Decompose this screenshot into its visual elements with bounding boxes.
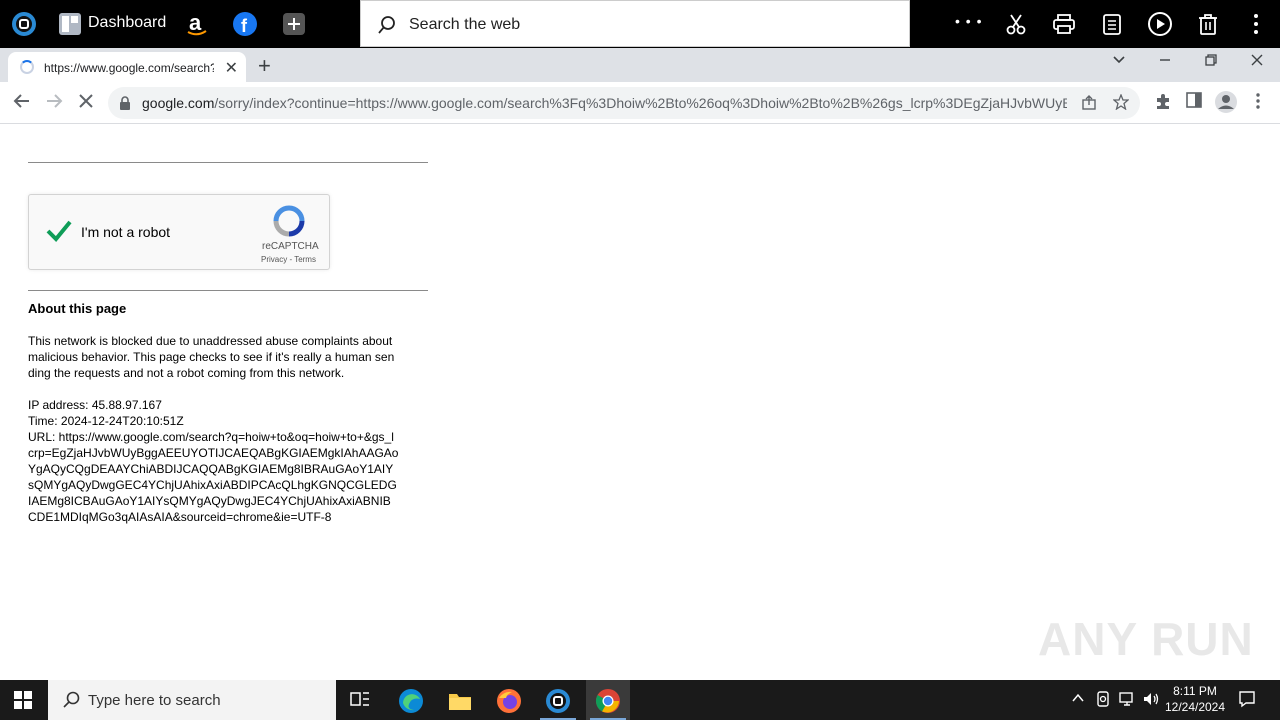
file-explorer-icon[interactable] bbox=[447, 688, 471, 712]
tab-title: https://www.google.com/search?q=hoiw bbox=[44, 61, 214, 75]
request-details: IP address: 45.88.97.167 Time: 2024-12-2… bbox=[28, 397, 398, 525]
chrome-icon bbox=[595, 688, 620, 713]
url-path: /sorry/index?continue=https://www.google… bbox=[214, 95, 1067, 111]
launcher-bar: Dashboard a f Search the web • • • bbox=[0, 0, 1280, 48]
anyrun-app-icon[interactable] bbox=[545, 688, 570, 713]
firefox-icon[interactable] bbox=[496, 688, 521, 713]
url-line: crp=EgZjaHJvbWUyBggAEEUYOTIJCAEQABgKGIAE… bbox=[28, 446, 399, 460]
tab-close-icon[interactable]: ✕ bbox=[225, 58, 238, 78]
notification-icon[interactable] bbox=[1238, 690, 1262, 714]
back-icon[interactable] bbox=[12, 91, 32, 117]
url-line: CDE1MDIqMGo3qAIAsAIA&sourceid=chrome&ie=… bbox=[28, 510, 332, 524]
windows-taskbar: Type here to search 8:11 PM 12/24/2024 bbox=[0, 680, 1280, 720]
minimize-icon[interactable] bbox=[1158, 53, 1172, 72]
scissors-icon[interactable] bbox=[1002, 10, 1030, 38]
amazon-icon[interactable]: a bbox=[183, 10, 211, 38]
timestamp: Time: 2024-12-24T20:10:51Z bbox=[28, 414, 184, 428]
dashboard-icon[interactable] bbox=[56, 10, 84, 38]
add-shortcut-icon[interactable] bbox=[280, 10, 308, 38]
about-heading: About this page bbox=[28, 301, 127, 316]
address-bar[interactable]: google.com/sorry/index?continue=https://… bbox=[108, 87, 1140, 119]
printer-icon[interactable] bbox=[1050, 10, 1078, 38]
svg-text:a: a bbox=[189, 11, 202, 35]
profile-avatar-icon[interactable] bbox=[1214, 90, 1238, 119]
app-launcher-icon[interactable] bbox=[10, 10, 38, 38]
lock-icon[interactable] bbox=[118, 95, 132, 116]
facebook-icon[interactable]: f bbox=[231, 10, 259, 38]
share-icon[interactable] bbox=[1081, 95, 1097, 116]
url-line: IAEMg8ICBAuGAoY1AIYsQMYgAQyDwgJEC4YChjUA… bbox=[28, 494, 391, 508]
device-icon[interactable] bbox=[1094, 690, 1118, 714]
svg-text:f: f bbox=[241, 16, 248, 36]
show-hidden-icons-icon[interactable] bbox=[1070, 690, 1094, 714]
message-line: ding the requests and not a robot coming… bbox=[28, 366, 345, 380]
chrome-taskbar-button[interactable] bbox=[586, 680, 630, 720]
divider-top bbox=[28, 162, 428, 163]
browser-toolbar: google.com/sorry/index?continue=https://… bbox=[0, 82, 1280, 124]
forward-icon[interactable] bbox=[44, 91, 64, 117]
web-search-placeholder: Search the web bbox=[409, 16, 521, 33]
loading-spinner-icon bbox=[20, 60, 34, 74]
extensions-icon[interactable] bbox=[1154, 92, 1172, 115]
recaptcha-brand: reCAPTCHA bbox=[262, 241, 319, 252]
clock-date: 12/24/2024 bbox=[1164, 700, 1226, 714]
side-panel-icon[interactable] bbox=[1186, 92, 1202, 113]
block-message: This network is blocked due to unaddress… bbox=[28, 333, 394, 381]
windows-start-icon[interactable] bbox=[14, 691, 32, 714]
recaptcha-privacy-terms[interactable]: Privacy - Terms bbox=[261, 255, 316, 264]
new-tab-button[interactable]: + bbox=[258, 53, 271, 79]
recaptcha-logo-icon bbox=[273, 205, 305, 242]
bookmark-star-icon[interactable] bbox=[1112, 93, 1130, 115]
trash-icon[interactable] bbox=[1194, 10, 1222, 38]
url-line: URL: https://www.google.com/search?q=hoi… bbox=[28, 430, 394, 444]
message-line: This network is blocked due to unaddress… bbox=[28, 334, 393, 348]
tab-search-icon[interactable] bbox=[1112, 53, 1126, 72]
url-line: sQMYgAQyDwgGEC4YChjUAhixAxiABDIPCAcQLhgK… bbox=[28, 478, 397, 492]
recaptcha-widget[interactable]: I'm not a robot reCAPTCHA Privacy - Term… bbox=[28, 194, 330, 270]
dashboard-label[interactable]: Dashboard bbox=[88, 14, 166, 32]
task-view-icon[interactable] bbox=[348, 688, 372, 712]
checkmark-icon[interactable] bbox=[45, 219, 73, 248]
kebab-menu-icon[interactable] bbox=[1242, 10, 1270, 38]
play-icon[interactable] bbox=[1146, 10, 1174, 38]
url-text[interactable]: google.com/sorry/index?continue=https://… bbox=[142, 95, 1067, 111]
web-search-box[interactable]: Search the web bbox=[360, 0, 910, 47]
tab-strip: https://www.google.com/search?q=hoiw ✕ + bbox=[0, 48, 1280, 82]
url-host: google.com bbox=[142, 95, 215, 111]
url-line: YgAQyCQgDEAAYChiABDIJCAQQABgKGIAEMg8IBRA… bbox=[28, 462, 394, 476]
edge-icon[interactable] bbox=[398, 688, 423, 713]
divider-bottom bbox=[28, 290, 428, 291]
close-window-icon[interactable] bbox=[1250, 53, 1264, 72]
tab-google-search[interactable]: https://www.google.com/search?q=hoiw ✕ bbox=[8, 52, 246, 82]
stop-loading-icon[interactable] bbox=[76, 91, 96, 117]
taskbar-search[interactable]: Type here to search bbox=[48, 680, 336, 720]
anyrun-watermark: ANY RUN bbox=[1038, 613, 1254, 665]
taskbar-search-icon bbox=[62, 691, 80, 714]
message-line: malicious behavior. This page checks to … bbox=[28, 350, 395, 364]
clock-time: 8:11 PM bbox=[1173, 684, 1217, 698]
taskbar-search-placeholder: Type here to search bbox=[88, 692, 221, 709]
captcha-label: I'm not a robot bbox=[81, 224, 171, 240]
restore-icon[interactable] bbox=[1204, 53, 1218, 72]
ip-address: IP address: 45.88.97.167 bbox=[28, 398, 162, 412]
system-clock[interactable]: 8:11 PM 12/24/2024 bbox=[1160, 683, 1230, 715]
network-icon[interactable] bbox=[1118, 690, 1142, 714]
search-icon bbox=[377, 15, 397, 40]
more-dots-icon[interactable]: • • • bbox=[955, 13, 982, 29]
clipboard-icon[interactable] bbox=[1098, 10, 1126, 38]
chrome-menu-icon[interactable] bbox=[1252, 92, 1264, 115]
